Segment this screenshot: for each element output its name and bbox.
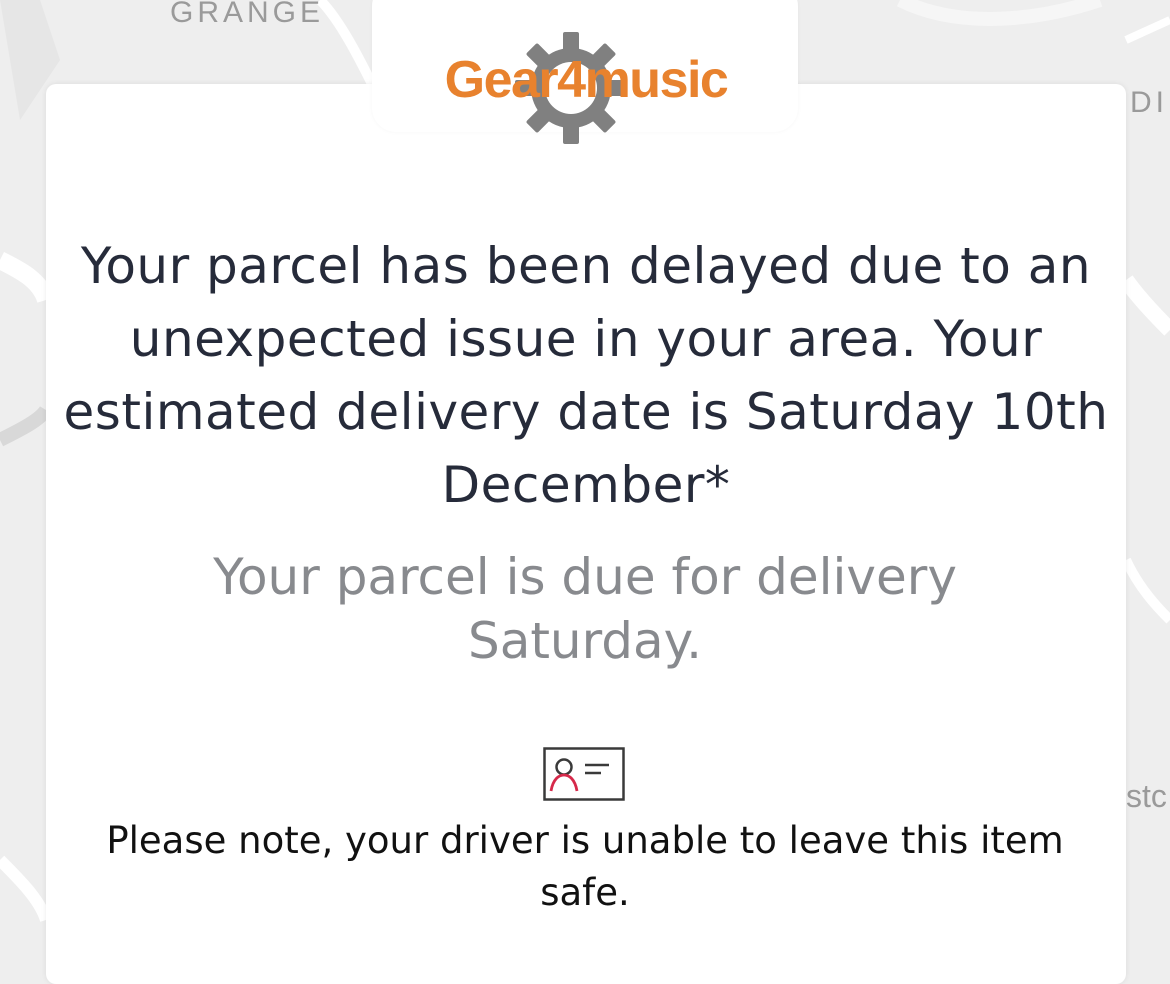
map-label-di: DI	[1130, 86, 1168, 119]
brand-logo-text: Gear4music	[444, 51, 729, 109]
id-card-icon	[543, 747, 625, 801]
delay-headline: Your parcel has been delayed due to an u…	[63, 237, 1109, 514]
map-label-grange: GRANGE	[170, 0, 325, 29]
safe-place-note: Please note, your driver is unable to le…	[106, 819, 1064, 914]
brand-logo: Gear4music	[421, 28, 751, 144]
map-label-st: stc	[1126, 778, 1167, 814]
delivery-status: Your parcel is due for delivery Saturday…	[213, 548, 957, 670]
